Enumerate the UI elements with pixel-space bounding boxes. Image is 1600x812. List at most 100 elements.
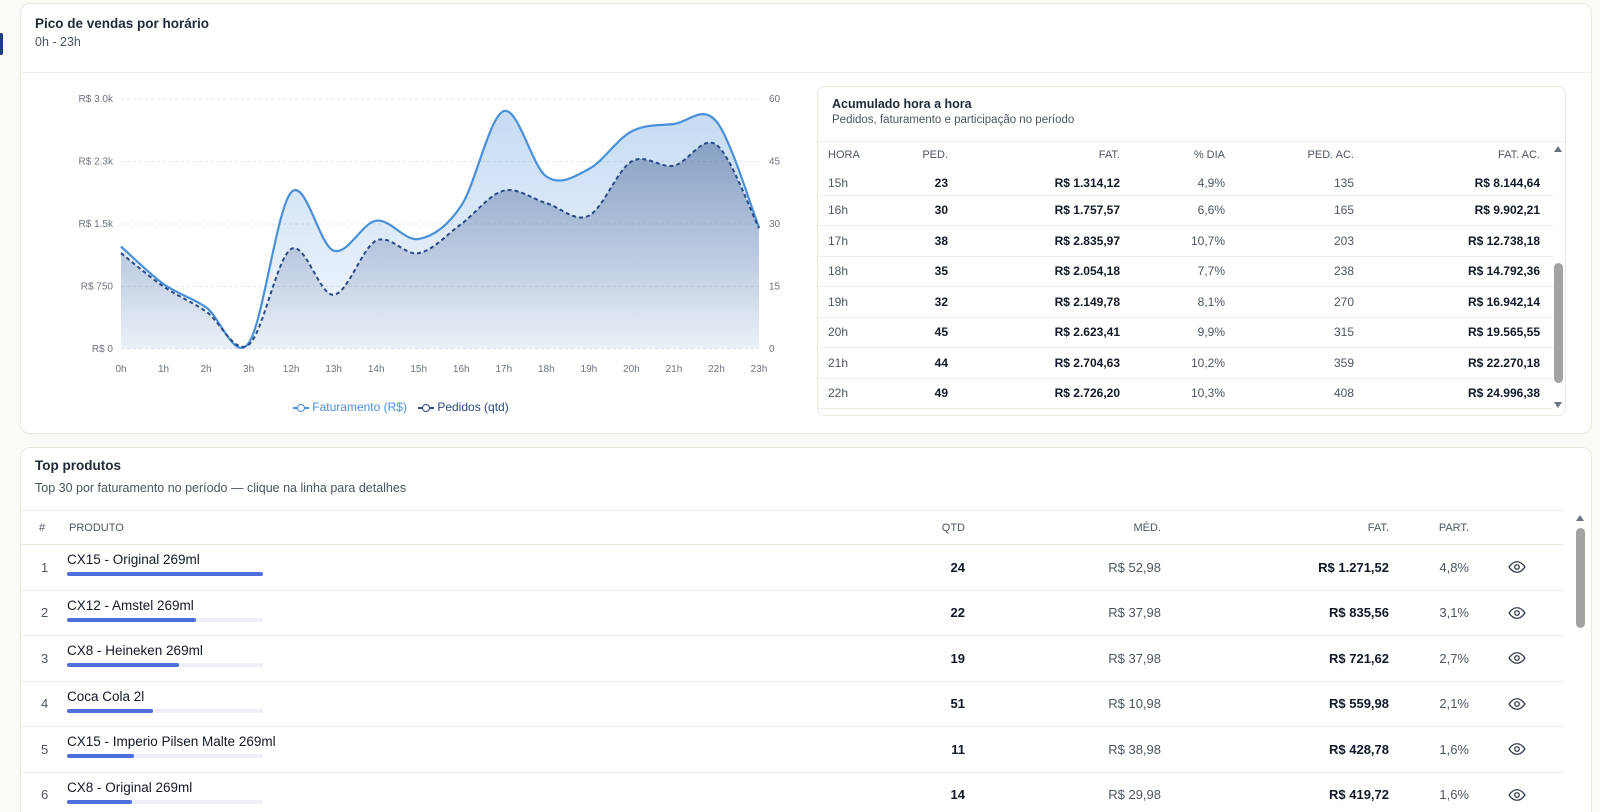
eye-icon[interactable] bbox=[1507, 695, 1526, 713]
top-products-scrollbar[interactable] bbox=[1573, 512, 1587, 812]
product-share-bar bbox=[67, 799, 263, 804]
col-ped-ac[interactable]: PED. AC. bbox=[1225, 143, 1354, 171]
cell-pct-dia: 6,6% bbox=[1120, 195, 1225, 226]
product-row[interactable]: 1 CX15 - Original 269ml 24 R$ 52,98 R$ 1.271… bbox=[21, 544, 1564, 591]
x-tick-label: 3h bbox=[243, 364, 254, 375]
eye-icon[interactable] bbox=[1507, 740, 1526, 758]
col-fat[interactable]: FAT. bbox=[1161, 510, 1389, 545]
cell-fat: R$ 2.835,97 bbox=[948, 225, 1120, 257]
product-row[interactable]: 3 CX8 - Heineken 269ml 19 R$ 37,98 R$ 721,62… bbox=[21, 635, 1564, 682]
accumulated-scrollbar[interactable] bbox=[1551, 143, 1565, 411]
product-fat: R$ 1.271,52 bbox=[1161, 544, 1389, 591]
col-part[interactable]: PART. bbox=[1389, 510, 1469, 545]
cell-fat: R$ 2.149,78 bbox=[948, 286, 1120, 318]
product-part: 3,1% bbox=[1389, 590, 1469, 636]
col-rank[interactable]: # bbox=[21, 510, 67, 545]
product-cell: CX12 - Amstel 269ml bbox=[67, 590, 647, 636]
x-tick-label: 0h bbox=[115, 364, 126, 375]
cell-hora: 18h bbox=[818, 256, 888, 287]
cell-fat: R$ 2.704,63 bbox=[948, 347, 1120, 379]
scrollbar-thumb[interactable] bbox=[1554, 263, 1563, 383]
line-marker-icon bbox=[293, 403, 310, 413]
sales-by-hour-chart[interactable]: R$ 0 0 R$ 750 15 R$ 1.5k 30 R$ 2.3k 45 R$ 3.0k 60… bbox=[21, 74, 811, 433]
cell-hora: 17h bbox=[818, 225, 888, 257]
product-fat: R$ 835,56 bbox=[1161, 590, 1389, 636]
col-ped[interactable]: PED. bbox=[888, 143, 948, 171]
product-cell: CX15 - Original 269ml bbox=[67, 544, 647, 591]
cell-pct-dia: 10,2% bbox=[1120, 347, 1225, 379]
chart-svg[interactable]: R$ 0 0 R$ 750 15 R$ 1.5k 30 R$ 2.3k 45 R$ 3.0k 60… bbox=[21, 74, 811, 394]
legend-faturamento[interactable]: Faturamento (R$) bbox=[293, 400, 407, 414]
cell-ped: 30 bbox=[888, 195, 948, 226]
product-rank: 5 bbox=[21, 726, 67, 773]
cell-ped-ac: 315 bbox=[1225, 317, 1354, 348]
product-fat: R$ 419,72 bbox=[1161, 772, 1389, 812]
eye-icon[interactable] bbox=[1507, 604, 1526, 622]
product-actions bbox=[1469, 544, 1564, 591]
product-actions bbox=[1469, 590, 1564, 636]
col-pct-dia[interactable]: % DIA bbox=[1120, 143, 1225, 171]
cell-ped-ac: 238 bbox=[1225, 256, 1354, 287]
cell-hora: 19h bbox=[818, 286, 888, 318]
cell-ped: 35 bbox=[888, 256, 948, 287]
sidebar-edge-indicator bbox=[0, 33, 3, 55]
top-products-header: Top produtos Top 30 por faturamento no p… bbox=[21, 448, 1591, 510]
table-row: 17h 38 R$ 2.835,97 10,7% 203 R$ 12.738,1… bbox=[818, 225, 1553, 257]
cell-fat: R$ 1.757,57 bbox=[948, 195, 1120, 226]
x-tick-label: 20h bbox=[623, 364, 640, 375]
cell-ped: 32 bbox=[888, 286, 948, 318]
x-tick-label: 13h bbox=[325, 364, 342, 375]
product-row[interactable]: 2 CX12 - Amstel 269ml 22 R$ 37,98 R$ 835,56 3… bbox=[21, 590, 1564, 636]
top-products-table: # PRODUTO QTD MÉD. FAT. PART. 1 CX15 - Or… bbox=[21, 510, 1564, 812]
x-tick-label: 14h bbox=[368, 364, 385, 375]
product-row[interactable]: 5 CX15 - Imperio Pilsen Malte 269ml 11 R$ 3… bbox=[21, 726, 1564, 773]
col-produto[interactable]: PRODUTO bbox=[67, 510, 647, 545]
scroll-down-arrow-icon[interactable] bbox=[1554, 402, 1562, 408]
accumulated-subtitle: Pedidos, faturamento e participação no p… bbox=[832, 114, 1075, 126]
x-tick-label: 21h bbox=[666, 364, 683, 375]
product-med: R$ 38,98 bbox=[965, 726, 1161, 773]
cell-hora: 16h bbox=[818, 195, 888, 226]
x-tick-label: 15h bbox=[410, 364, 427, 375]
eye-icon[interactable] bbox=[1507, 786, 1526, 804]
cell-fat: R$ 2.623,41 bbox=[948, 317, 1120, 348]
peak-sales-header: Pico de vendas por horário 0h - 23h bbox=[21, 4, 1591, 73]
cell-fat-ac: R$ 14.792,36 bbox=[1354, 256, 1540, 287]
cell-ped-ac: 359 bbox=[1225, 347, 1354, 379]
col-fat[interactable]: FAT. bbox=[948, 143, 1120, 171]
product-rank: 4 bbox=[21, 681, 67, 727]
product-actions bbox=[1469, 681, 1564, 727]
product-share-bar bbox=[67, 708, 263, 713]
col-fat-ac[interactable]: FAT. AC. bbox=[1354, 143, 1540, 171]
cell-fat-ac: R$ 22.270,18 bbox=[1354, 347, 1540, 379]
product-med: R$ 37,98 bbox=[965, 590, 1161, 636]
scrollbar-thumb[interactable] bbox=[1576, 528, 1585, 628]
col-qtd[interactable]: QTD bbox=[647, 510, 965, 545]
product-row[interactable]: 4 Coca Cola 2l 51 R$ 10,98 R$ 559,98 2,1% bbox=[21, 681, 1564, 727]
product-cell: Coca Cola 2l bbox=[67, 681, 647, 727]
product-share-bar-fill bbox=[67, 572, 263, 577]
scroll-up-arrow-icon[interactable] bbox=[1576, 515, 1584, 521]
eye-icon[interactable] bbox=[1507, 558, 1526, 576]
top-products-subtitle: Top 30 por faturamento no período — cliq… bbox=[35, 481, 407, 495]
cell-ped-ac: 165 bbox=[1225, 195, 1354, 226]
top-products-header-row: # PRODUTO QTD MÉD. FAT. PART. bbox=[21, 510, 1564, 545]
product-row[interactable]: 6 CX8 - Original 269ml 14 R$ 29,98 R$ 419,72… bbox=[21, 772, 1564, 812]
scroll-up-arrow-icon[interactable] bbox=[1554, 146, 1562, 152]
cell-pct-dia: 7,7% bbox=[1120, 256, 1225, 287]
table-row: 15h 23 R$ 1.314,12 4,9% 135 R$ 8.144,64 bbox=[818, 171, 1553, 196]
col-hora[interactable]: HORA bbox=[818, 143, 888, 171]
cell-fat-ac: R$ 19.565,55 bbox=[1354, 317, 1540, 348]
chart-legend: Faturamento (R$) Pedidos (qtd) bbox=[21, 400, 781, 414]
accumulated-header-row: HORA PED. FAT. % DIA PED. AC. FAT. AC. bbox=[818, 143, 1553, 171]
col-med[interactable]: MÉD. bbox=[965, 510, 1161, 545]
product-actions bbox=[1469, 772, 1564, 812]
product-name: CX8 - Heineken 269ml bbox=[67, 643, 203, 659]
eye-icon[interactable] bbox=[1507, 649, 1526, 667]
y-left-tick-label: R$ 3.0k bbox=[79, 94, 114, 105]
legend-pedidos[interactable]: Pedidos (qtd) bbox=[418, 400, 509, 414]
x-tick-label: 12h bbox=[283, 364, 300, 375]
x-tick-label: 22h bbox=[708, 364, 725, 375]
accumulated-table: HORA PED. FAT. % DIA PED. AC. FAT. AC. 1… bbox=[818, 143, 1553, 409]
product-share-bar bbox=[67, 617, 263, 622]
